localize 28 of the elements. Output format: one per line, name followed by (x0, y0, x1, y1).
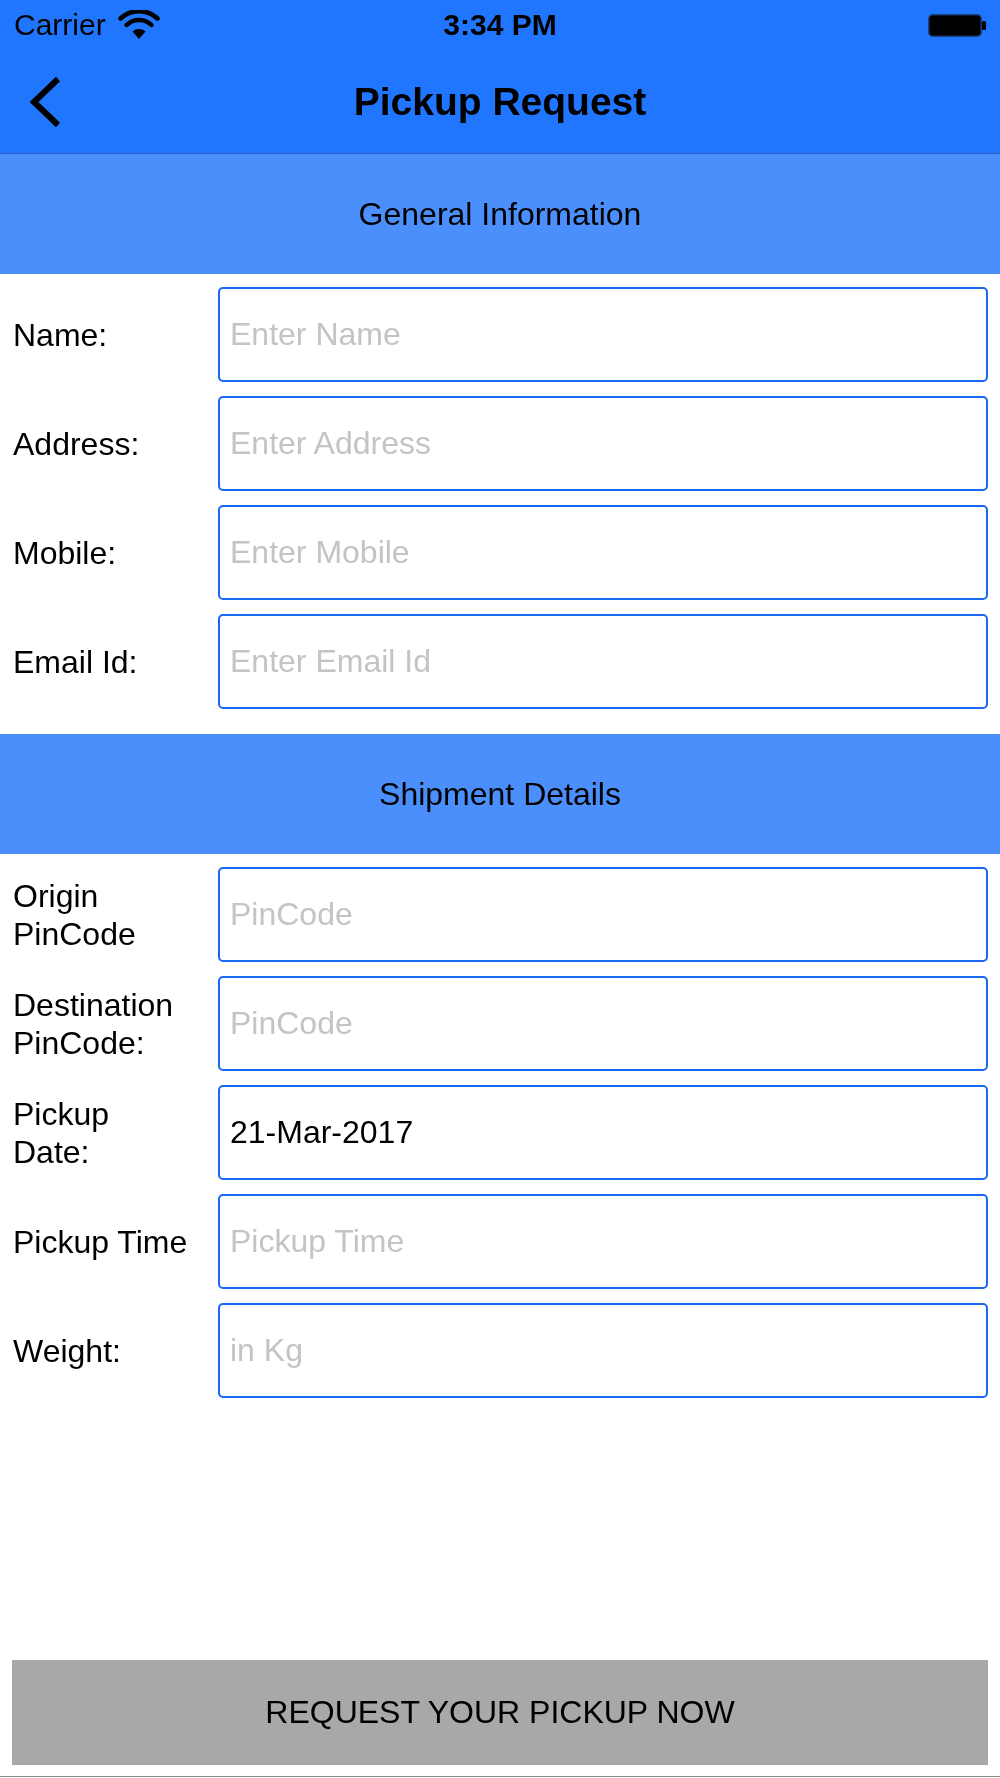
field-label: Email Id: (13, 642, 139, 681)
battery-icon (928, 13, 986, 37)
text-field[interactable]: Enter Mobile (218, 505, 988, 600)
field-label: Origin PinCode (13, 876, 137, 953)
wifi-icon (117, 10, 160, 40)
field-label: Pickup Date: (13, 1094, 111, 1171)
field-label: Pickup Time (13, 1222, 189, 1261)
back-button[interactable] (28, 75, 62, 128)
section-header: General Information (0, 154, 1000, 274)
section-header: Shipment Details (0, 734, 1000, 854)
screen-title: Pickup Request (353, 78, 647, 125)
carrier-name: Carrier (14, 7, 106, 43)
text-field[interactable]: in Kg (218, 1303, 988, 1398)
back-chevron-icon (28, 75, 62, 128)
field-label: Destination PinCode: (13, 985, 175, 1062)
field-label: Mobile: (13, 533, 118, 572)
text-field[interactable]: PinCode (218, 976, 988, 1071)
field-label: Address: (13, 424, 141, 463)
clock-time: 3:34 PM (443, 7, 557, 43)
field-label: Name: (13, 315, 109, 354)
text-field[interactable]: Enter Name (218, 287, 988, 382)
text-field[interactable]: Enter Address (218, 396, 988, 491)
text-field[interactable]: 21-Mar-2017 (218, 1085, 988, 1180)
text-field[interactable]: Pickup Time (218, 1194, 988, 1289)
request-pickup-button[interactable]: REQUEST YOUR PICKUP NOW (12, 1660, 988, 1765)
text-field[interactable]: PinCode (218, 867, 988, 962)
text-field[interactable]: Enter Email Id (218, 614, 988, 709)
field-label: Weight: (13, 1331, 122, 1370)
